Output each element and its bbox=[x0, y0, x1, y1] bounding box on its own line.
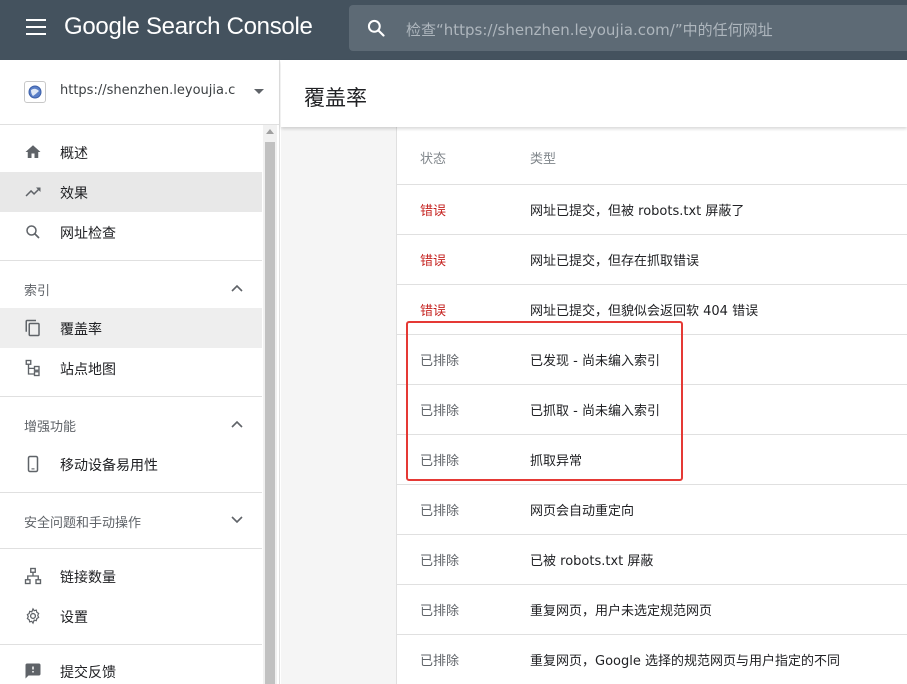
divider bbox=[0, 644, 262, 645]
search-icon bbox=[26, 225, 40, 239]
type-cell: 网址已提交，但存在抓取错误 bbox=[530, 254, 700, 269]
nav-item-coverage[interactable]: 覆盖率 bbox=[0, 308, 262, 348]
feedback-icon bbox=[25, 663, 41, 679]
sidebar: https://shenzhen.leyoujia.com/ 概述 效果 网址检… bbox=[0, 60, 280, 684]
table-row[interactable]: 错误 网址已提交，但被 robots.txt 屏蔽了 bbox=[397, 185, 907, 235]
sidebar-scrollbar[interactable] bbox=[263, 125, 277, 684]
divider bbox=[0, 396, 262, 397]
type-cell: 网址已提交，但貌似会返回软 404 错误 bbox=[530, 304, 759, 319]
status-cell: 已排除 bbox=[420, 654, 460, 669]
nav-item-links[interactable]: 链接数量 bbox=[0, 556, 262, 596]
table-row[interactable]: 错误 网址已提交，但貌似会返回软 404 错误 bbox=[397, 285, 907, 335]
divider bbox=[0, 548, 262, 549]
smartphone-icon bbox=[27, 455, 39, 473]
home-icon bbox=[25, 145, 41, 158]
status-cell: 已排除 bbox=[420, 504, 460, 519]
table-row[interactable]: 错误 网址已提交，但存在抓取错误 bbox=[397, 235, 907, 285]
gear-icon bbox=[26, 607, 40, 625]
table-row[interactable]: 已排除 已抓取 - 尚未编入索引 bbox=[397, 385, 907, 435]
type-cell: 已抓取 - 尚未编入索引 bbox=[530, 404, 660, 419]
chevron-down-icon bbox=[231, 516, 243, 524]
table-row[interactable]: 已排除 网页会自动重定向 bbox=[397, 485, 907, 535]
table-row[interactable]: 已排除 重复网页，用户未选定规范网页 bbox=[397, 585, 907, 635]
property-selector[interactable]: https://shenzhen.leyoujia.com/ bbox=[0, 60, 279, 125]
type-cell: 网址已提交，但被 robots.txt 屏蔽了 bbox=[530, 204, 745, 219]
top-app-bar: Google Search Console 检查“https://shenzhe… bbox=[0, 0, 907, 60]
property-url: https://shenzhen.leyoujia.com/ bbox=[60, 83, 236, 98]
trending-up-icon bbox=[25, 187, 41, 197]
type-cell: 已被 robots.txt 屏蔽 bbox=[530, 554, 654, 569]
nav-item-overview[interactable]: 概述 bbox=[0, 132, 262, 172]
status-cell: 已排除 bbox=[420, 354, 460, 369]
search-input[interactable]: 检查“https://shenzhen.leyoujia.com/”中的任何网址 bbox=[406, 19, 773, 40]
search-icon bbox=[367, 19, 385, 37]
status-cell: 已排除 bbox=[420, 454, 460, 469]
divider bbox=[0, 492, 262, 493]
app-logo[interactable]: Google Search Console bbox=[64, 13, 313, 41]
nav-item-url-inspection[interactable]: 网址检查 bbox=[0, 212, 262, 252]
copy-pages-icon bbox=[25, 319, 40, 337]
network-icon bbox=[24, 567, 42, 585]
globe-icon bbox=[24, 81, 46, 103]
url-inspection-search[interactable]: 检查“https://shenzhen.leyoujia.com/”中的任何网址 bbox=[349, 5, 907, 51]
main-content: 状态 类型 错误 网址已提交，但被 robots.txt 屏蔽了 错误 网址已提交，但… bbox=[281, 127, 907, 684]
table-row[interactable]: 已排除 抓取异常 bbox=[397, 435, 907, 485]
table-row[interactable]: 已排除 重复网页，Google 选择的规范网页与用户指定的不同 bbox=[397, 635, 907, 684]
nav-item-feedback[interactable]: 提交反馈 bbox=[0, 651, 262, 684]
type-cell: 已发现 - 尚未编入索引 bbox=[530, 354, 660, 369]
nav-item-sitemaps[interactable]: 站点地图 bbox=[0, 348, 262, 388]
table-header: 状态 类型 bbox=[397, 127, 907, 185]
coverage-details-table: 状态 类型 错误 网址已提交，但被 robots.txt 屏蔽了 错误 网址已提交，但… bbox=[396, 127, 907, 684]
nav-item-performance[interactable]: 效果 bbox=[0, 172, 262, 212]
menu-icon[interactable] bbox=[26, 19, 46, 35]
scroll-thumb[interactable] bbox=[265, 142, 275, 684]
status-cell: 已排除 bbox=[420, 604, 460, 619]
table-row[interactable]: 已排除 已发现 - 尚未编入索引 bbox=[397, 335, 907, 385]
scroll-up-arrow-icon[interactable] bbox=[266, 129, 274, 134]
status-cell: 错误 bbox=[420, 304, 447, 319]
status-cell: 错误 bbox=[420, 254, 447, 269]
type-cell: 重复网页，Google 选择的规范网页与用户指定的不同 bbox=[530, 654, 840, 669]
caret-down-icon[interactable] bbox=[254, 89, 264, 94]
column-header-status[interactable]: 状态 bbox=[420, 148, 446, 167]
table-row[interactable]: 已排除 已被 robots.txt 屏蔽 bbox=[397, 535, 907, 585]
nav-item-settings[interactable]: 设置 bbox=[0, 596, 262, 636]
type-cell: 抓取异常 bbox=[530, 454, 583, 469]
type-cell: 网页会自动重定向 bbox=[530, 504, 635, 519]
status-cell: 已排除 bbox=[420, 404, 460, 419]
page-title: 覆盖率 bbox=[304, 86, 367, 110]
status-cell: 已排除 bbox=[420, 554, 460, 569]
nav-item-mobile-usability[interactable]: 移动设备易用性 bbox=[0, 444, 262, 484]
page-header: 覆盖率 bbox=[281, 60, 907, 127]
section-enhancements[interactable]: 增强功能 bbox=[0, 404, 262, 444]
section-index[interactable]: 索引 bbox=[0, 268, 262, 308]
status-cell: 错误 bbox=[420, 204, 447, 219]
chevron-up-icon bbox=[231, 420, 243, 428]
sitemap-icon bbox=[25, 359, 40, 377]
type-cell: 重复网页，用户未选定规范网页 bbox=[530, 604, 713, 619]
column-header-type[interactable]: 类型 bbox=[530, 148, 556, 167]
divider bbox=[0, 260, 262, 261]
chevron-up-icon bbox=[231, 284, 243, 292]
section-security-manual-actions[interactable]: 安全问题和手动操作 bbox=[0, 500, 262, 540]
